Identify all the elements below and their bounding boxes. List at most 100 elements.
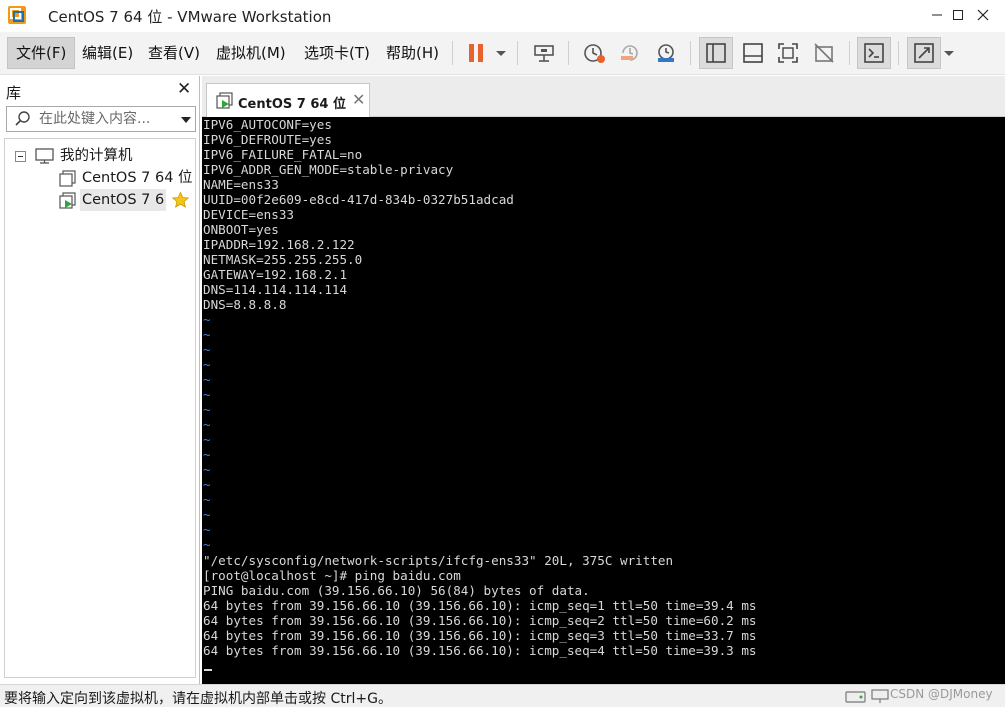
library-title: 库 [6, 84, 22, 102]
full-screen-button[interactable] [771, 37, 805, 69]
menu-tabs[interactable]: 选项卡(T) [296, 37, 378, 69]
favorite-star-icon[interactable] [172, 192, 189, 208]
vmware-logo [8, 6, 26, 24]
send-ctrl-alt-del-icon [534, 45, 554, 62]
toolbar-separator [898, 41, 899, 65]
terminal-line: ONBOOT=yes [203, 222, 279, 237]
library-search-input[interactable] [39, 109, 167, 129]
show-library-button[interactable] [699, 37, 733, 69]
network-icon[interactable] [870, 688, 890, 704]
tree-label-my-computer: 我的计算机 [60, 148, 133, 164]
pause-dropdown-arrow[interactable] [496, 51, 506, 56]
tab-label: CentOS 7 64 位 [238, 97, 346, 112]
tab-close-icon[interactable]: ✕ [352, 90, 365, 109]
tree-label-vm: CentOS 7 64 位 [82, 170, 193, 186]
terminal-line: IPADDR=192.168.2.122 [203, 237, 355, 252]
terminal-empty-line: ~ [203, 327, 211, 342]
snapshot-button[interactable] [577, 37, 611, 69]
toolbar-separator [849, 41, 850, 65]
toolbar-separator [568, 41, 569, 65]
terminal-line: DNS=114.114.114.114 [203, 282, 348, 297]
menu-help[interactable]: 帮助(H) [378, 37, 447, 69]
terminal-line: 64 bytes from 39.156.66.10 (39.156.66.10… [203, 628, 757, 643]
menu-vm[interactable]: 虚拟机(M) [208, 37, 294, 69]
terminal-line: IPV6_DEFROUTE=yes [203, 132, 332, 147]
hard-disk-icon[interactable] [845, 688, 867, 704]
tree-label-vm-running: CentOS 7 6 [80, 189, 167, 211]
unity-button[interactable] [807, 37, 841, 69]
terminal-cursor [204, 669, 212, 671]
terminal-line: IPV6_ADDR_GEN_MODE=stable-privacy [203, 162, 454, 177]
terminal-empty-line: ~ [203, 477, 211, 492]
status-bar: 要将输入定向到该虚拟机，请在虚拟机内部单击或按 Ctrl+G。 CSDN @DJ… [0, 684, 1005, 707]
menu-toolbar: 文件(F) 编辑(E) 查看(V) 虚拟机(M) 选项卡(T) 帮助(H) [0, 32, 1005, 75]
terminal-empty-line: ~ [203, 402, 211, 417]
tree-item-vm[interactable]: CentOS 7 64 位 [5, 167, 195, 189]
watermark: CSDN @DJMoney [890, 687, 993, 701]
snapshot-manager-button[interactable] [649, 37, 683, 69]
vm-tree: 我的计算机 CentOS 7 64 位 CentOS 7 6 [4, 138, 196, 678]
menu-edit[interactable]: 编辑(E) [74, 37, 141, 69]
terminal-line: "/etc/sysconfig/network-scripts/ifcfg-en… [203, 553, 674, 568]
stretch-guest-button[interactable] [907, 37, 941, 69]
terminal-empty-line: ~ [203, 387, 211, 402]
close-button[interactable] [960, 0, 1005, 30]
library-panel: 库 ✕ 我的计算机 CentOS 7 64 位 CentOS 7 6 [0, 76, 200, 684]
search-dropdown-arrow[interactable] [181, 117, 191, 123]
terminal-line: IPV6_FAILURE_FATAL=no [203, 147, 363, 162]
console-view-button[interactable] [857, 37, 891, 69]
terminal-empty-line: ~ [203, 312, 211, 327]
pause-button[interactable] [459, 37, 493, 69]
thumbnail-bar-button[interactable] [736, 37, 770, 69]
terminal-empty-line: ~ [203, 342, 211, 357]
toolbar-separator [690, 41, 691, 65]
tab-centos[interactable]: CentOS 7 64 位 ✕ [206, 83, 370, 117]
unity-icon [814, 43, 834, 63]
pause-icon [469, 44, 483, 62]
terminal-line: 64 bytes from 39.156.66.10 (39.156.66.10… [203, 613, 757, 628]
terminal-empty-line: ~ [203, 357, 211, 372]
terminal-empty-line: ~ [203, 507, 211, 522]
stretch-guest-icon [914, 43, 934, 63]
title-bar: CentOS 7 64 位 - VMware Workstation [0, 0, 1005, 32]
vm-icon [59, 170, 76, 187]
terminal-empty-line: ~ [203, 447, 211, 462]
terminal-empty-line: ~ [203, 522, 211, 537]
menu-view[interactable]: 查看(V) [140, 37, 208, 69]
send-ctrl-alt-del-button[interactable] [527, 37, 561, 69]
full-screen-icon [778, 43, 798, 63]
terminal-line: PING baidu.com (39.156.66.10) 56(84) byt… [203, 583, 590, 598]
stretch-dropdown-arrow[interactable] [944, 51, 954, 56]
snapshot-icon [584, 44, 605, 63]
close-icon [977, 9, 989, 21]
menu-file[interactable]: 文件(F) [7, 37, 76, 69]
terminal-line: [root@localhost ~]# ping baidu.com [203, 568, 461, 583]
computer-icon [35, 148, 54, 164]
status-text: 要将输入定向到该虚拟机，请在虚拟机内部单击或按 Ctrl+G。 [4, 691, 392, 707]
terminal-empty-line: ~ [203, 462, 211, 477]
revert-snapshot-button[interactable] [613, 37, 647, 69]
terminal-empty-line: ~ [203, 372, 211, 387]
terminal-line: DNS=8.8.8.8 [203, 297, 287, 312]
thumbnail-bar-icon [743, 43, 763, 63]
library-close-icon[interactable]: ✕ [177, 81, 191, 98]
tab-strip: CentOS 7 64 位 ✕ [202, 76, 1005, 117]
terminal-line: DEVICE=ens33 [203, 207, 294, 222]
terminal-empty-line: ~ [203, 537, 211, 552]
collapse-icon[interactable] [15, 151, 26, 162]
terminal-line: UUID=00f2e609-e8cd-417d-834b-0327b51adca… [203, 192, 514, 207]
terminal-line: 64 bytes from 39.156.66.10 (39.156.66.10… [203, 598, 757, 613]
tree-item-my-computer[interactable]: 我的计算机 [5, 145, 195, 167]
tree-item-vm-running[interactable]: CentOS 7 6 [5, 189, 195, 211]
terminal-line: NAME=ens33 [203, 177, 279, 192]
revert-snapshot-icon [621, 45, 638, 61]
terminal-empty-line: ~ [203, 492, 211, 507]
show-library-icon [706, 43, 726, 63]
terminal-line: NETMASK=255.255.255.0 [203, 252, 363, 267]
terminal-empty-line: ~ [203, 417, 211, 432]
terminal-line: GATEWAY=192.168.2.1 [203, 267, 348, 282]
vm-running-icon [216, 92, 233, 109]
toolbar-separator [452, 41, 453, 65]
terminal-line: IPV6_AUTOCONF=yes [203, 117, 332, 132]
vm-console[interactable]: IPV6_AUTOCONF=yes IPV6_DEFROUTE=yes IPV6_F… [202, 117, 1005, 684]
